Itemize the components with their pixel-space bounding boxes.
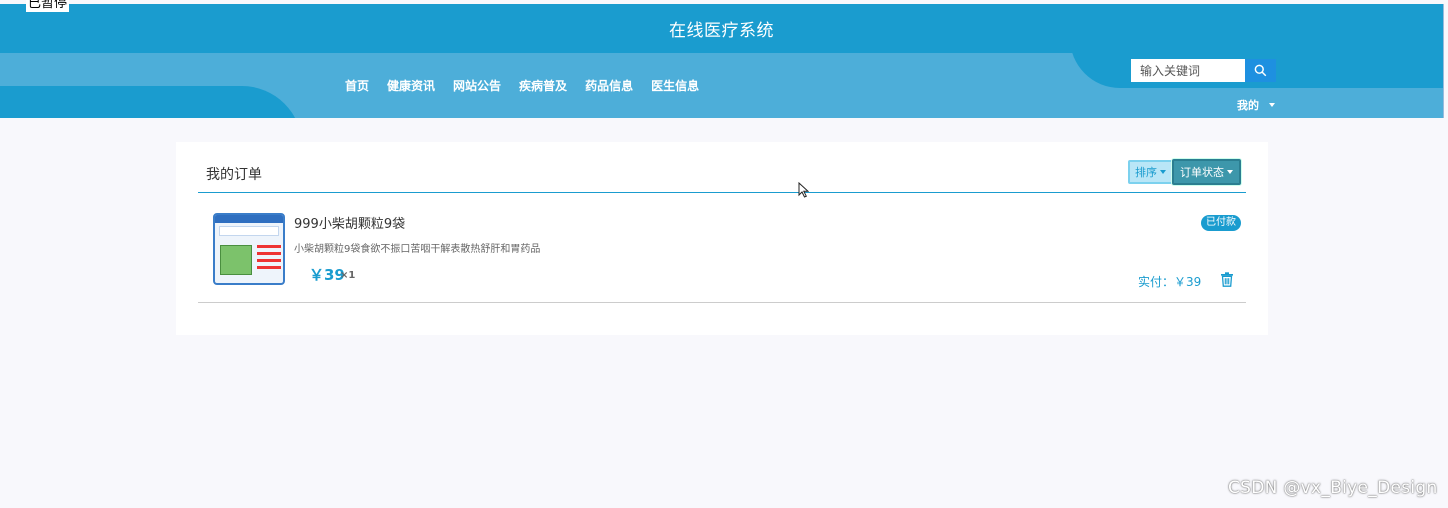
order-item: 999小柴胡颗粒9袋 小柴胡颗粒9袋食欲不振口苦咽干解表散热舒肝和胃药品 ￥39… <box>198 193 1246 303</box>
nav-disease-info[interactable]: 疾病普及 <box>519 77 567 94</box>
page-title: 我的订单 <box>206 167 262 183</box>
sort-button[interactable]: 排序 <box>1128 160 1173 184</box>
trash-icon[interactable] <box>1220 272 1234 287</box>
site-header: 在线医疗系统 首页 健康资讯 网站公告 疾病普及 药品信息 医生信息 我的 <box>0 4 1444 118</box>
sort-button-label: 排序 <box>1135 167 1157 179</box>
orders-header: 我的订单 排序 订单状态 <box>198 159 1246 193</box>
order-status-button[interactable]: 订单状态 <box>1172 159 1241 185</box>
watermark: CSDN @vx_Biye_Design <box>1228 478 1438 498</box>
user-menu-label: 我的 <box>1237 99 1259 112</box>
nav-home[interactable]: 首页 <box>345 77 369 94</box>
paid-amount: 实付：￥39 <box>1138 275 1202 289</box>
nav-health-news[interactable]: 健康资讯 <box>387 77 435 94</box>
nav-doctor-info[interactable]: 医生信息 <box>651 77 699 94</box>
product-name[interactable]: 999小柴胡颗粒9袋 <box>294 213 405 232</box>
orders-panel: 我的订单 排序 订单状态 999小柴胡颗粒9袋 小柴胡颗粒9袋食欲不振口苦咽干解… <box>176 142 1268 335</box>
search-button[interactable] <box>1245 59 1276 82</box>
search-input[interactable] <box>1131 59 1245 82</box>
caret-down-icon <box>1227 170 1233 174</box>
caret-down-icon <box>1160 170 1166 174</box>
paused-label: 已暂停 <box>26 0 70 12</box>
status-badge: 已付款 <box>1201 215 1241 231</box>
chevron-down-icon <box>1269 103 1275 107</box>
product-quantity: ×1 <box>340 270 356 281</box>
product-description: 小柴胡颗粒9袋食欲不振口苦咽干解表散热舒肝和胃药品 <box>294 244 541 255</box>
order-status-label: 订单状态 <box>1180 167 1224 179</box>
user-menu[interactable]: 我的 <box>1237 97 1275 113</box>
site-title: 在线医疗系统 <box>669 21 774 41</box>
mouse-cursor-icon <box>798 182 809 198</box>
search-icon <box>1254 64 1267 77</box>
header-curve-left <box>0 86 302 118</box>
nav-medicine-info[interactable]: 药品信息 <box>585 77 633 94</box>
main-nav: 首页 健康资讯 网站公告 疾病普及 药品信息 医生信息 <box>345 77 699 94</box>
nav-announcements[interactable]: 网站公告 <box>453 77 501 94</box>
product-image[interactable] <box>213 213 285 285</box>
search-bar <box>1131 59 1276 82</box>
